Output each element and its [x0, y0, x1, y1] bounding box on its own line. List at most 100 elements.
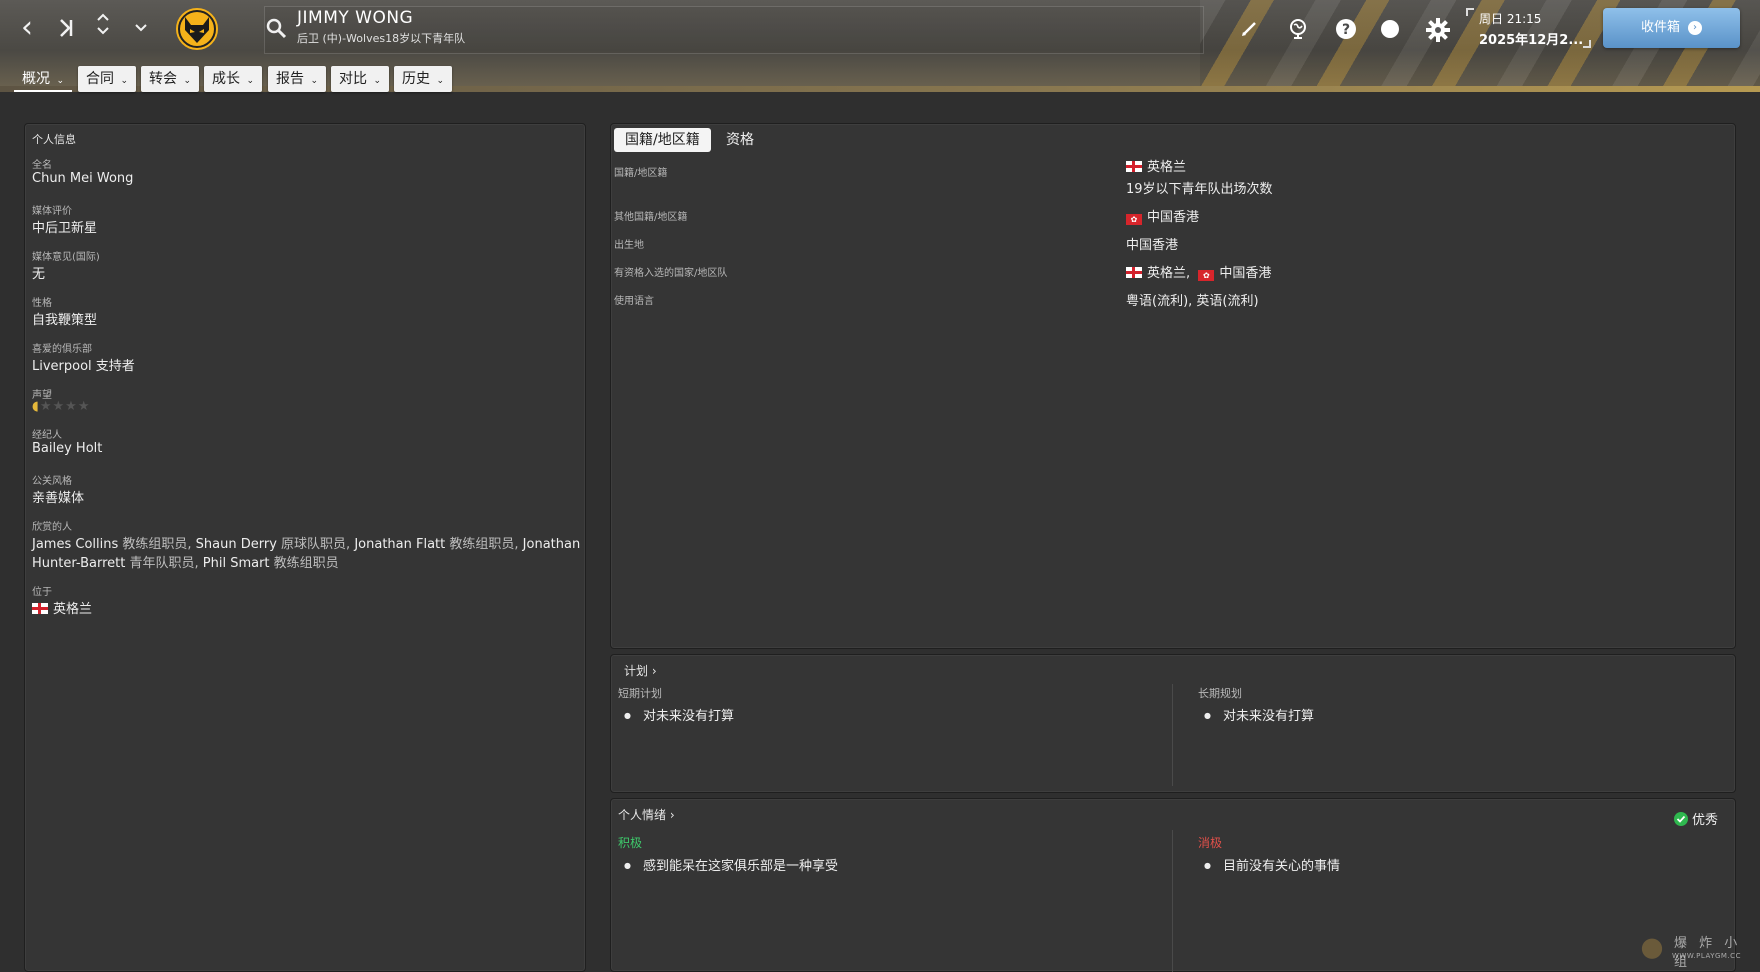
admired-person-link[interactable]: James Collins: [32, 537, 118, 552]
media-opinion-label: 媒体意见(国际): [32, 252, 100, 263]
long-term-label: 长期规划: [1198, 687, 1242, 700]
tab-overview[interactable]: 概况 ⌄: [14, 66, 72, 92]
admired-people-line1: James Collins 教练组职员, Shaun Derry 原球队职员, …: [32, 533, 580, 552]
admired-person-role: 教练组职员,: [449, 537, 519, 552]
languages-value: 粤语(流利), 英语(流利): [1126, 294, 1259, 309]
chevron-down-icon: ⌄: [56, 76, 64, 86]
chevron-down-icon: ⌄: [183, 76, 191, 86]
plans-title-link[interactable]: 计划 ›: [624, 662, 657, 679]
media-rating-value: 中后卫新星: [32, 221, 98, 236]
admired-person-role: 青年队职员,: [129, 556, 199, 571]
personality-value: 自我鞭策型: [32, 313, 98, 328]
tab-transfer[interactable]: 转会 ⌄: [141, 66, 199, 92]
site-watermark: 爆 炸 小 组 WWW.PLAYGM.CC: [1630, 926, 1760, 972]
other-nationality-value[interactable]: ✿ 中国香港: [1126, 206, 1199, 225]
nationality-panel: [610, 123, 1736, 649]
chevron-right-icon: ›: [651, 664, 657, 678]
england-flag-icon: [1126, 161, 1142, 172]
negative-label: 消极: [1198, 836, 1223, 850]
birthplace-label: 出生地: [614, 240, 644, 251]
eligible-nations-value: 英格兰, ✿ 中国香港: [1126, 262, 1271, 281]
admired-person-link[interactable]: Hunter-Barrett: [32, 556, 125, 571]
reputation-stars: ◖★★★★: [32, 399, 90, 414]
pr-style-value: 亲善媒体: [32, 491, 85, 506]
date-full[interactable]: 2025年12月2...: [1479, 29, 1583, 48]
date-corner-tl: [1466, 8, 1474, 16]
chevron-right-icon: ›: [669, 808, 675, 822]
mood-divider: [1172, 830, 1173, 972]
chevron-down-icon: ⌄: [373, 76, 381, 86]
pencil-icon[interactable]: [1238, 17, 1262, 41]
tab-label: 成长: [212, 71, 240, 87]
favourite-club-label: 喜爱的俱乐部: [32, 344, 92, 355]
short-term-item: 对未来没有打算: [624, 705, 734, 724]
location-text: 英格兰: [53, 602, 93, 617]
help-icon[interactable]: ?: [1334, 17, 1358, 41]
tab-label: 合同: [86, 71, 114, 87]
tab-development[interactable]: 成长 ⌄: [204, 66, 262, 92]
header-edge: [0, 86, 1760, 92]
inbox-label: 收件箱: [1640, 20, 1680, 35]
admired-person-role: 教练组职员,: [122, 537, 192, 552]
favourite-club-value[interactable]: Liverpool 支持者: [32, 355, 135, 374]
other-nationality-label: 其他国籍/地区籍: [614, 212, 688, 223]
tab-eligibility[interactable]: 资格: [715, 128, 765, 152]
tab-reports[interactable]: 报告 ⌄: [268, 66, 326, 92]
agent-value[interactable]: Bailey Holt: [32, 441, 102, 456]
tab-label: 转会: [149, 71, 177, 87]
location-value[interactable]: 英格兰: [32, 598, 92, 617]
star-icon: ★: [77, 399, 91, 414]
status-dot-icon[interactable]: [1378, 17, 1402, 41]
watermark-url: WWW.PLAYGM.CC: [1672, 952, 1741, 960]
inbox-button[interactable]: 收件箱 ›: [1603, 8, 1740, 48]
admired-person-link[interactable]: Jonathan: [523, 537, 581, 552]
mood-title-link[interactable]: 个人情绪 ›: [618, 806, 675, 823]
tab-contract[interactable]: 合同 ⌄: [78, 66, 136, 92]
tab-history[interactable]: 历史 ⌄: [394, 66, 452, 92]
youth-caps-value: 19岁以下青年队出场次数: [1126, 182, 1273, 197]
skip-back-icon[interactable]: [50, 10, 80, 46]
mood-status: 优秀: [1674, 809, 1718, 828]
nationality-value[interactable]: 英格兰: [1126, 156, 1186, 175]
tab-label: 历史: [402, 71, 430, 87]
birthplace-value[interactable]: 中国香港: [1126, 234, 1178, 253]
england-flag-icon: [32, 603, 48, 614]
agent-label: 经纪人: [32, 430, 62, 441]
admired-person-role: 教练组职员: [273, 556, 339, 571]
chevron-down-icon[interactable]: [126, 20, 156, 56]
plans-divider: [1172, 684, 1173, 786]
player-name[interactable]: JIMMY WONG: [297, 8, 413, 28]
short-term-label: 短期计划: [618, 687, 662, 700]
tab-label: 报告: [276, 71, 304, 87]
admired-person-link[interactable]: Shaun Derry: [196, 537, 277, 552]
gear-icon[interactable]: [1425, 17, 1450, 42]
world-icon[interactable]: [1286, 17, 1310, 41]
media-opinion-value: 无: [32, 267, 46, 282]
tab-label: 概况: [22, 71, 50, 87]
up-down-icon[interactable]: [88, 12, 118, 48]
chevron-down-icon: ⌄: [120, 76, 128, 86]
arrow-right-icon: ›: [1688, 20, 1702, 35]
eligible-nation-link[interactable]: 中国香港: [1219, 266, 1271, 281]
tab-compare[interactable]: 对比 ⌄: [331, 66, 389, 92]
club-crest-icon[interactable]: [174, 8, 220, 50]
eligible-nation-link[interactable]: 英格兰,: [1147, 266, 1190, 281]
long-term-item: 对未来没有打算: [1204, 705, 1314, 724]
chevron-down-icon: ⌄: [246, 76, 254, 86]
search-icon[interactable]: [266, 18, 288, 40]
hong-kong-flag-icon: ✿: [1126, 214, 1142, 225]
admired-person-link[interactable]: Jonathan Flatt: [354, 537, 445, 552]
star-icon: ★: [65, 399, 78, 414]
languages-label: 使用语言: [614, 296, 654, 307]
back-arrow-icon[interactable]: ‹: [12, 10, 42, 46]
mood-status-text: 优秀: [1692, 813, 1719, 828]
admired-person-link[interactable]: Phil Smart: [203, 556, 270, 571]
media-rating-label: 媒体评价: [32, 206, 72, 217]
pr-style-label: 公关风格: [32, 476, 72, 487]
date-day-time[interactable]: 周日 21:15: [1479, 10, 1541, 27]
player-subtitle: 后卫 (中)-Wolves18岁以下青年队: [297, 32, 466, 45]
mood-panel: [610, 798, 1736, 972]
watermark-logo-icon: [1636, 930, 1668, 964]
positive-item: 感到能呆在这家俱乐部是一种享受: [624, 855, 838, 874]
tab-nationality[interactable]: 国籍/地区籍: [614, 128, 711, 152]
